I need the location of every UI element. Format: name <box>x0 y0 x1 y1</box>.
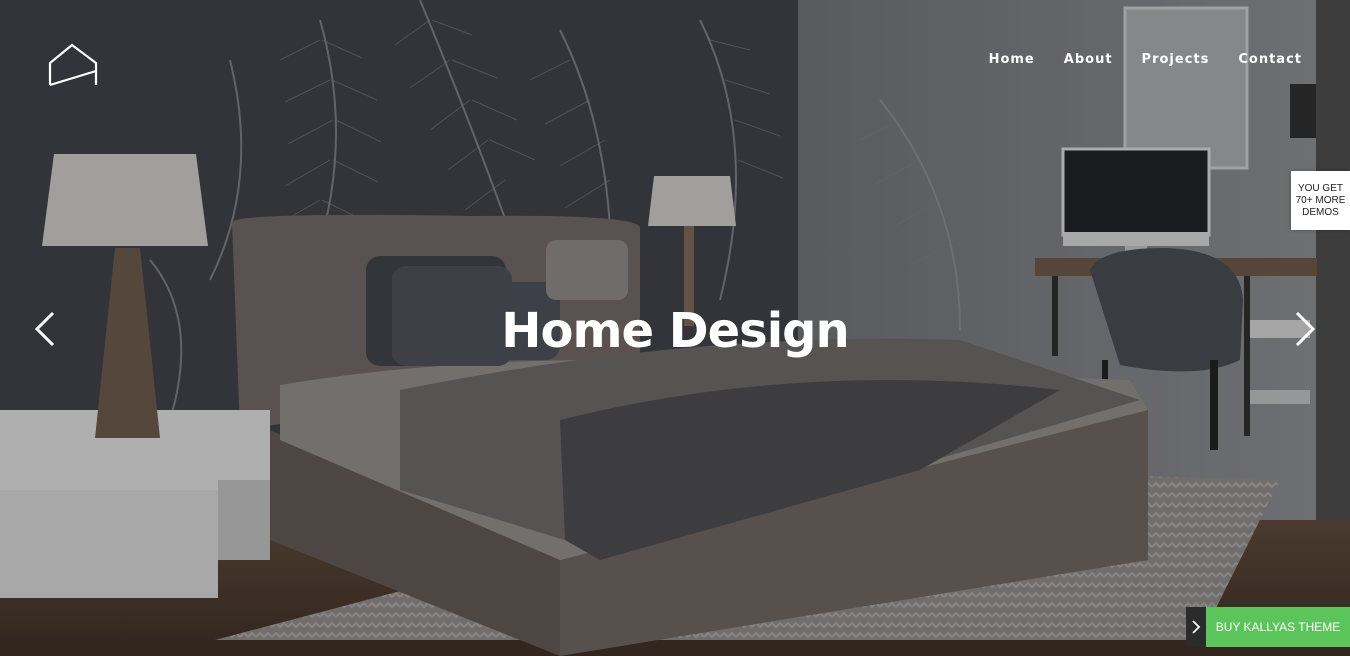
demos-badge-line1: YOU GET <box>1297 182 1343 194</box>
more-demos-badge[interactable]: YOU GET 70+ MORE DEMOS <box>1291 171 1350 230</box>
demos-badge-line2: 70+ MORE <box>1295 194 1346 206</box>
buy-theme-bar: BUY KALLYAS THEME <box>1186 607 1350 647</box>
nav-item-contact[interactable]: Contact <box>1238 52 1302 68</box>
slider-prev-chevron-left-icon[interactable] <box>32 310 58 348</box>
main-navigation: Home About Projects Contact <box>989 52 1302 68</box>
buy-theme-button[interactable]: BUY KALLYAS THEME <box>1206 607 1350 647</box>
nav-item-projects[interactable]: Projects <box>1142 52 1210 68</box>
nav-item-home[interactable]: Home <box>989 52 1035 68</box>
hero-title: Home Design <box>501 303 849 359</box>
slider-next-chevron-right-icon[interactable] <box>1292 310 1318 348</box>
logo-house-icon[interactable] <box>48 41 100 87</box>
buy-bar-toggle-button[interactable] <box>1186 607 1206 647</box>
nav-item-about[interactable]: About <box>1064 52 1113 68</box>
demos-badge-line3: DEMOS <box>1302 206 1339 218</box>
chevron-right-icon <box>1192 620 1201 634</box>
